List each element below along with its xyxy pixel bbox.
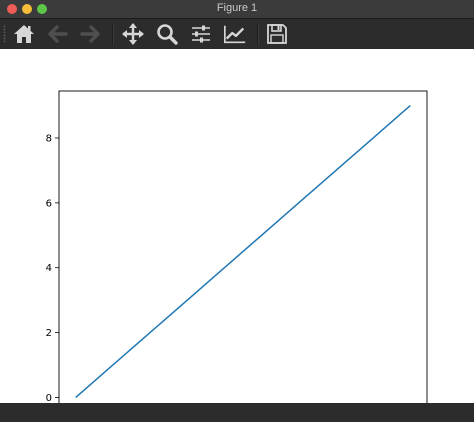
toolbar-separator <box>257 23 259 45</box>
back-icon <box>48 25 68 43</box>
forward-icon <box>80 25 100 43</box>
y-tick-label: 8 <box>46 134 52 145</box>
pan-icon <box>122 23 144 45</box>
zoom-icon <box>157 24 178 45</box>
title-bar[interactable]: Figure 1 <box>0 0 474 19</box>
pan-button[interactable] <box>121 22 145 46</box>
configure-subplots-button[interactable] <box>189 22 213 46</box>
navigation-toolbar <box>0 19 474 49</box>
toolbar-grip[interactable] <box>3 25 6 43</box>
zoom-button[interactable] <box>155 22 179 46</box>
toolbar-separator <box>112 23 114 45</box>
edit-axis-icon <box>224 25 246 44</box>
y-axis: 0 2 4 6 8 <box>46 134 59 404</box>
edit-axis-button[interactable] <box>223 22 247 46</box>
home-icon <box>14 25 34 43</box>
save-button[interactable] <box>265 22 289 46</box>
forward-button[interactable] <box>78 22 102 46</box>
figure-window: Figure 1 0 2 4 6 8 <box>0 0 474 422</box>
save-icon <box>267 24 287 44</box>
home-button[interactable] <box>12 22 36 46</box>
back-button[interactable] <box>46 22 70 46</box>
line-chart: 0 2 4 6 8 0 2 4 6 8 <box>46 90 428 422</box>
y-tick-label: 4 <box>46 263 52 274</box>
window-title: Figure 1 <box>216 2 258 14</box>
figure-canvas[interactable]: 0 2 4 6 8 0 2 4 6 8 <box>0 49 474 422</box>
y-tick-label: 6 <box>46 198 52 209</box>
y-tick-label: 0 <box>46 393 52 403</box>
status-bar <box>0 403 474 422</box>
plot-area <box>58 90 428 413</box>
configure-subplots-icon <box>192 25 210 43</box>
y-tick-label: 2 <box>46 328 52 339</box>
